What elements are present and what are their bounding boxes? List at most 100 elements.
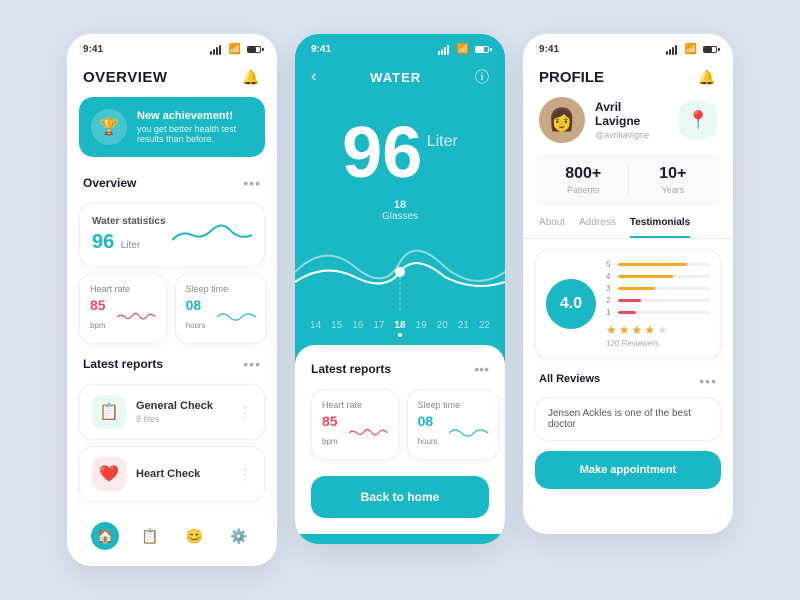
date-19[interactable]: 19 xyxy=(416,320,427,337)
date-17[interactable]: 17 xyxy=(373,320,384,337)
years-value: 10+ xyxy=(637,165,710,183)
water-heart-rate-unit: bpm xyxy=(322,437,338,446)
wifi-icon-water: 📶 xyxy=(457,44,469,55)
signal-icon-water xyxy=(438,45,449,55)
water-screen: 9:41 📶 ‹ WATER ⓘ 96 Lite xyxy=(295,34,505,544)
star-4: ★ xyxy=(644,323,655,337)
general-check-files: 8 files xyxy=(136,414,213,424)
status-bar-profile: 9:41 📶 xyxy=(523,34,733,59)
all-reviews-label: All Reviews xyxy=(539,373,600,389)
tab-address[interactable]: Address xyxy=(579,217,616,238)
profile-header: PROFILE 🔔 xyxy=(523,59,733,97)
water-title: WATER xyxy=(370,70,421,85)
status-bar-overview: 9:41 📶 xyxy=(67,34,277,59)
status-icons-profile: 📶 xyxy=(666,44,717,55)
latest-reports-more[interactable]: ••• xyxy=(243,356,261,372)
heart-rate-label: Heart rate xyxy=(90,284,156,294)
achievement-icon: 🏆 xyxy=(91,109,127,145)
status-time-profile: 9:41 xyxy=(539,44,559,55)
water-mini-cards: Heart rate 85 bpm Sleep time xyxy=(311,389,489,460)
bell-icon[interactable]: 🔔 xyxy=(241,67,261,87)
profile-screen: 9:41 📶 PROFILE 🔔 👩 xyxy=(523,34,733,534)
heart-check-more[interactable]: ⋮ xyxy=(238,466,252,483)
rating-bars: 5 4 3 2 1 xyxy=(606,260,710,317)
profile-bell-icon[interactable]: 🔔 xyxy=(697,67,717,87)
overview-section-header: Overview ••• xyxy=(67,169,277,197)
water-reports-header: Latest reports ••• xyxy=(311,361,489,377)
water-back-button[interactable]: ‹ xyxy=(311,68,316,86)
sleep-time-unit: hours xyxy=(186,321,206,330)
sleep-time-card[interactable]: Sleep time 08 hours xyxy=(175,273,267,344)
water-reports-more[interactable]: ••• xyxy=(474,361,489,377)
years-label: Years xyxy=(637,185,710,195)
date-strip: 14 15 16 17 18 19 20 21 22 xyxy=(295,312,505,345)
date-15[interactable]: 15 xyxy=(331,320,342,337)
date-22[interactable]: 22 xyxy=(479,320,490,337)
heart-rate-unit: bpm xyxy=(90,321,106,330)
wave-chart xyxy=(295,222,505,312)
achievement-banner: 🏆 New achievement! you get better health… xyxy=(79,97,265,157)
water-sleep-unit: hours xyxy=(418,437,438,446)
all-reviews-more[interactable]: ••• xyxy=(699,373,717,389)
stats-row: 800+ Patients 10+ Years xyxy=(535,153,721,207)
water-info-icon[interactable]: ⓘ xyxy=(475,67,489,87)
tab-about[interactable]: About xyxy=(539,217,565,238)
water-heart-chart xyxy=(349,423,387,443)
nav-profile[interactable]: 😊 xyxy=(180,522,208,550)
location-icon: 📍 xyxy=(679,101,717,139)
wave-point xyxy=(395,267,405,277)
sleep-time-chart xyxy=(217,307,256,327)
profile-info: 👩 Avril Lavigne @avrillavigne 📍 xyxy=(523,97,733,153)
all-reviews-header: All Reviews ••• xyxy=(523,369,733,397)
make-appointment-button[interactable]: Make appointment xyxy=(535,451,721,489)
signal-icon-profile xyxy=(666,45,677,55)
profile-title: PROFILE xyxy=(539,69,604,86)
heart-check-report[interactable]: ❤️ Heart Check ⋮ xyxy=(79,446,265,502)
back-home-button[interactable]: Back to home xyxy=(311,476,489,518)
review-text: Jensen Ackles is one of the best doctor xyxy=(548,408,691,430)
overview-title: OVERVIEW xyxy=(83,69,168,86)
nav-settings[interactable]: ⚙️ xyxy=(225,522,253,550)
water-sleep-card[interactable]: Sleep time 08 hours xyxy=(407,389,499,460)
water-heart-rate-label: Heart rate xyxy=(322,400,388,410)
water-heart-rate-card[interactable]: Heart rate 85 bpm xyxy=(311,389,399,460)
avatar: 👩 xyxy=(539,97,585,143)
profile-handle: @avrillavigne xyxy=(595,130,669,140)
wave-svg xyxy=(295,222,505,312)
water-sleep-label: Sleep time xyxy=(418,400,488,410)
general-check-icon: 📋 xyxy=(92,395,126,429)
date-16[interactable]: 16 xyxy=(352,320,363,337)
sleep-time-value: 08 xyxy=(186,297,202,313)
nav-reports[interactable]: 📋 xyxy=(136,522,164,550)
water-big-value: 96 Liter xyxy=(295,97,505,199)
overview-section-label: Overview xyxy=(83,176,136,190)
star-2: ★ xyxy=(619,323,630,337)
general-check-more[interactable]: ⋮ xyxy=(238,404,252,421)
nav-home[interactable]: 🏠 xyxy=(91,522,119,550)
rating-section: 4.0 5 4 3 2 xyxy=(535,249,721,359)
water-stats-card[interactable]: Water statistics 96 Liter xyxy=(79,203,265,267)
profile-tabs: About Address Testimonials xyxy=(523,217,733,239)
general-check-report[interactable]: 📋 General Check 8 files ⋮ xyxy=(79,384,265,440)
latest-reports-label: Latest reports xyxy=(83,357,163,371)
heart-rate-card[interactable]: Heart rate 85 bpm xyxy=(79,273,167,344)
sleep-time-label: Sleep time xyxy=(186,284,256,294)
overview-more-button[interactable]: ••• xyxy=(243,175,261,191)
overview-header: OVERVIEW 🔔 xyxy=(67,59,277,97)
water-reports-label: Latest reports xyxy=(311,362,391,376)
rating-circle: 4.0 xyxy=(546,279,596,329)
date-14[interactable]: 14 xyxy=(310,320,321,337)
date-21[interactable]: 21 xyxy=(458,320,469,337)
review-card: Jensen Ackles is one of the best doctor xyxy=(535,397,721,441)
heart-check-icon: ❤️ xyxy=(92,457,126,491)
status-time-water: 9:41 xyxy=(311,44,331,55)
patients-label: Patients xyxy=(547,185,620,195)
heart-check-name: Heart Check xyxy=(136,468,200,480)
water-header: ‹ WATER ⓘ xyxy=(295,59,505,97)
tab-testimonials[interactable]: Testimonials xyxy=(630,217,690,238)
heart-rate-chart xyxy=(117,307,155,327)
date-20[interactable]: 20 xyxy=(437,320,448,337)
star-1: ★ xyxy=(606,323,617,337)
date-18-active[interactable]: 18 xyxy=(394,320,405,337)
water-heart-rate-value: 85 xyxy=(322,413,338,429)
